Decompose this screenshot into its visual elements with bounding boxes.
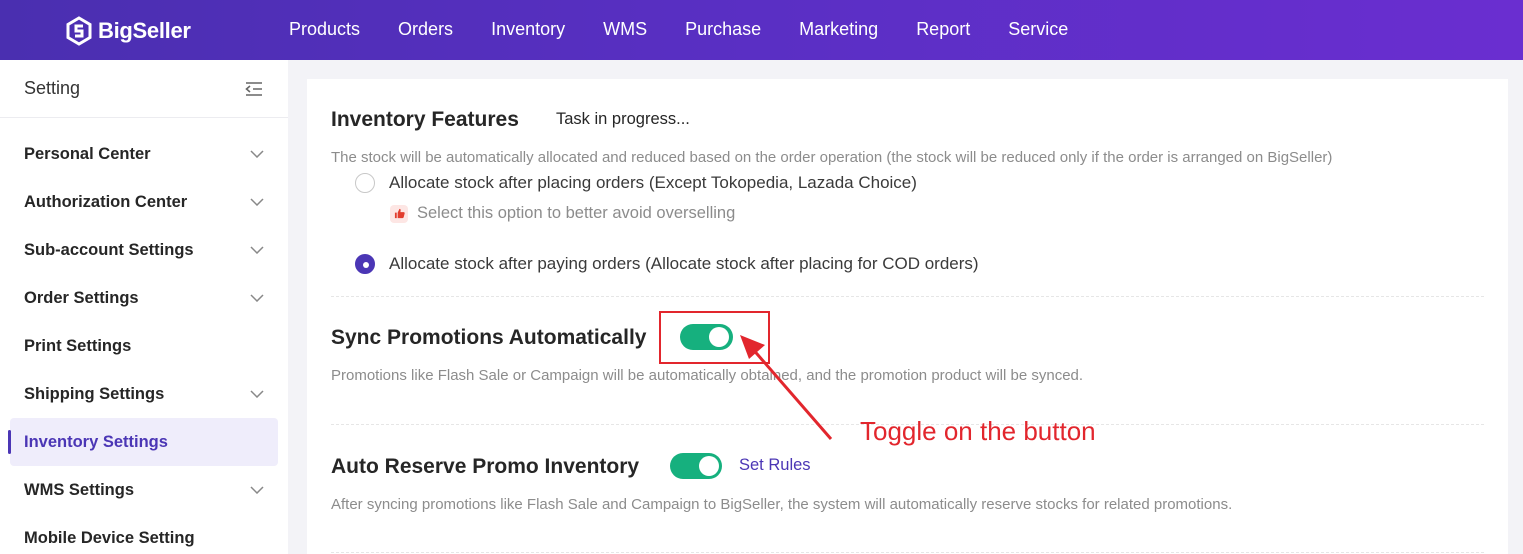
collapse-sidebar-icon[interactable]: [244, 81, 264, 97]
chevron-down-icon: [250, 150, 264, 158]
brand-logo[interactable]: BigSeller: [64, 15, 191, 47]
inventory-features-title: Inventory Features: [331, 108, 519, 131]
sidebar-item-inventory-settings[interactable]: Inventory Settings: [8, 418, 278, 466]
sidebar-item-wms-settings[interactable]: WMS Settings: [0, 466, 288, 514]
nav-purchase[interactable]: Purchase: [666, 19, 780, 40]
inventory-settings-panel: Inventory Features Task in progress... T…: [307, 79, 1508, 554]
nav-wms[interactable]: WMS: [584, 19, 666, 40]
nav-inventory[interactable]: Inventory: [472, 19, 584, 40]
nav-orders[interactable]: Orders: [379, 19, 472, 40]
section-divider: [331, 552, 1484, 553]
sidebar-item-label: Order Settings: [24, 288, 139, 307]
sidebar-item-label: Print Settings: [24, 336, 132, 355]
sidebar-menu: Personal Center Authorization Center Sub…: [0, 118, 288, 554]
section-divider: [331, 296, 1484, 297]
radio-unchecked[interactable]: [355, 173, 375, 193]
sidebar-item-authorization-center[interactable]: Authorization Center: [0, 178, 288, 226]
recommendation-tip: Select this option to better avoid overs…: [390, 204, 735, 223]
brand-name: BigSeller: [98, 18, 191, 43]
sidebar-item-label: Shipping Settings: [24, 384, 165, 403]
sidebar-item-label: Sub-account Settings: [24, 240, 194, 259]
sidebar-title: Setting: [24, 78, 81, 98]
annotation-text: Toggle on the button: [860, 416, 1096, 446]
inventory-features-description: The stock will be automatically allocate…: [331, 149, 1333, 166]
nav-service[interactable]: Service: [989, 19, 1087, 40]
option-allocate-after-placing[interactable]: Allocate stock after placing orders (Exc…: [355, 173, 917, 193]
top-navbar: BigSeller Products Orders Inventory WMS …: [0, 0, 1523, 60]
sidebar-header: Setting: [0, 60, 288, 118]
tip-text: Select this option to better avoid overs…: [417, 204, 736, 222]
sidebar-item-label: Authorization Center: [24, 192, 188, 211]
radio-checked[interactable]: [355, 254, 375, 274]
auto-reserve-toggle[interactable]: [670, 453, 722, 479]
sidebar-item-shipping-settings[interactable]: Shipping Settings: [0, 370, 288, 418]
sidebar-item-order-settings[interactable]: Order Settings: [0, 274, 288, 322]
settings-sidebar: Setting Personal Center Authorization Ce…: [0, 60, 288, 554]
sidebar-item-sub-account-settings[interactable]: Sub-account Settings: [0, 226, 288, 274]
task-status: Task in progress...: [556, 110, 690, 128]
option-label: Allocate stock after paying orders (Allo…: [389, 254, 979, 273]
nav-products[interactable]: Products: [270, 19, 379, 40]
nav-marketing[interactable]: Marketing: [780, 19, 897, 40]
sync-promotions-description: Promotions like Flash Sale or Campaign w…: [331, 367, 1084, 384]
sidebar-item-print-settings[interactable]: Print Settings: [0, 322, 288, 370]
thumbs-up-icon: [390, 204, 408, 223]
sidebar-item-personal-center[interactable]: Personal Center: [0, 130, 288, 178]
chevron-down-icon: [250, 246, 264, 254]
sidebar-item-label: Personal Center: [24, 144, 151, 163]
main-nav: Products Orders Inventory WMS Purchase M…: [270, 0, 1087, 58]
sidebar-item-label: Inventory Settings: [24, 432, 168, 451]
sidebar-item-label: WMS Settings: [24, 480, 134, 499]
sidebar-item-mobile-device-setting[interactable]: Mobile Device Setting: [0, 514, 288, 554]
chevron-down-icon: [250, 486, 264, 494]
chevron-down-icon: [250, 390, 264, 398]
option-allocate-after-paying[interactable]: Allocate stock after paying orders (Allo…: [355, 254, 979, 274]
annotation-arrow-icon: [740, 335, 833, 440]
nav-report[interactable]: Report: [897, 19, 989, 40]
toggle-knob: [699, 456, 719, 476]
sync-promotions-title: Sync Promotions Automatically: [331, 326, 647, 349]
sidebar-item-label: Mobile Device Setting: [24, 528, 195, 547]
auto-reserve-description: After syncing promotions like Flash Sale…: [331, 496, 1233, 513]
chevron-down-icon: [250, 198, 264, 206]
auto-reserve-title: Auto Reserve Promo Inventory: [331, 455, 640, 478]
set-rules-link[interactable]: Set Rules: [739, 456, 811, 475]
bigseller-logo-icon: [66, 16, 92, 46]
chevron-down-icon: [250, 294, 264, 302]
option-label: Allocate stock after placing orders (Exc…: [389, 173, 917, 192]
